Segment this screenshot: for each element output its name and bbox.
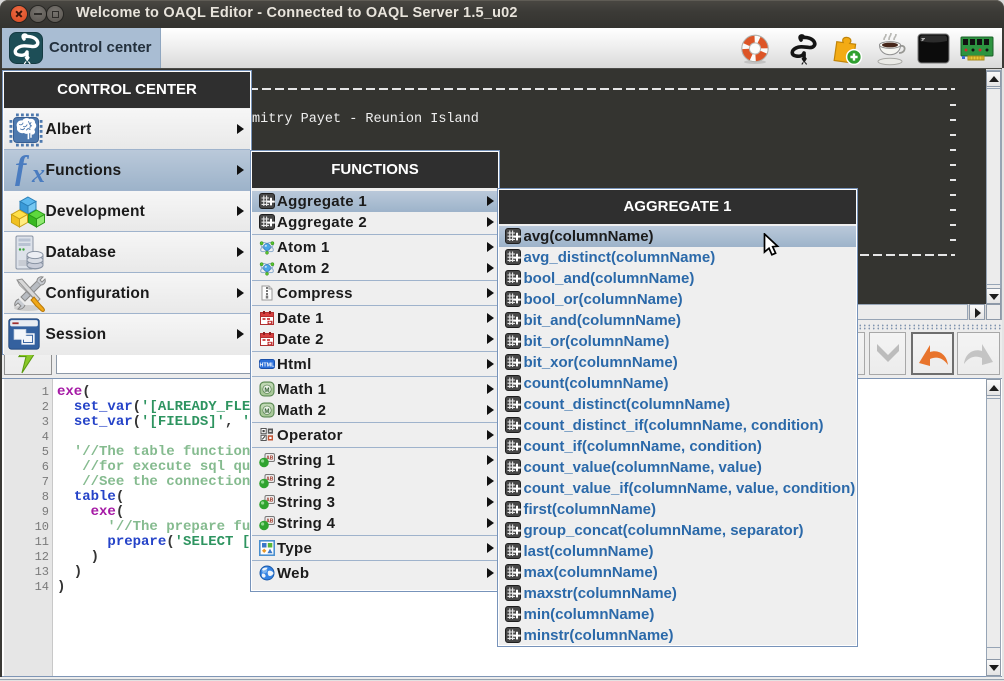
svg-text:M: M — [264, 387, 269, 394]
svg-text:M: M — [264, 408, 269, 415]
svg-text:HTML: HTML — [260, 363, 275, 369]
